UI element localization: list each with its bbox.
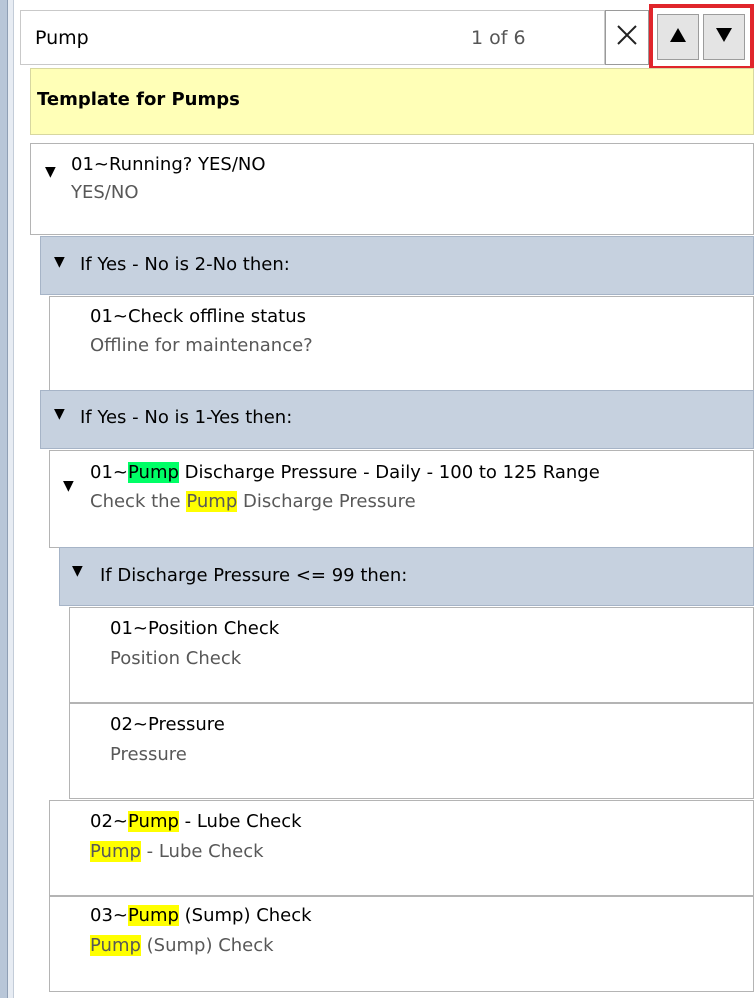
window-frame-left: [0, 0, 8, 998]
collapse-arrow-icon[interactable]: ▼: [72, 563, 83, 579]
condition-label: If Discharge Pressure <= 99 then:: [100, 565, 408, 586]
condition-node-no[interactable]: ▼ If Yes - No is 2-No then:: [40, 236, 754, 295]
collapse-arrow-icon[interactable]: ▼: [45, 164, 56, 180]
collapse-arrow-icon[interactable]: ▼: [54, 406, 65, 422]
node-subtitle: YES/NO: [71, 182, 139, 203]
node-subtitle: Pressure: [110, 744, 187, 765]
node-title: 01~Position Check: [110, 618, 280, 639]
tree-node-discharge-pressure[interactable]: ▼ 01~Pump Discharge Pressure - Daily - 1…: [49, 450, 754, 548]
template-title: Template for Pumps: [37, 89, 240, 110]
tree-node-pressure[interactable]: 02~Pressure Pressure: [69, 703, 754, 799]
search-match: Pump: [186, 491, 238, 512]
collapse-arrow-icon[interactable]: ▼: [63, 478, 74, 494]
search-match: Pump: [90, 841, 141, 862]
node-title: 01~Pump Discharge Pressure - Daily - 100…: [90, 462, 600, 483]
tree-node-sump-check[interactable]: 03~Pump (Sump) Check Pump (Sump) Check: [49, 896, 754, 992]
triangle-down-icon: [715, 27, 733, 48]
next-match-button[interactable]: [703, 14, 745, 60]
condition-label: If Yes - No is 1-Yes then:: [80, 407, 293, 428]
node-title: 01~Check offline status: [90, 306, 307, 327]
search-match: Pump: [90, 935, 141, 956]
template-header: Template for Pumps: [30, 68, 754, 135]
search-input[interactable]: Pump: [35, 27, 89, 49]
splitter-handle[interactable]: [8, 0, 14, 998]
tree-node-offline[interactable]: 01~Check offline status Offline for main…: [49, 296, 754, 394]
node-subtitle: Pump - Lube Check: [90, 841, 264, 862]
node-subtitle: Position Check: [110, 648, 242, 669]
node-title: 02~Pump - Lube Check: [90, 811, 302, 832]
triangle-up-icon: [669, 27, 687, 48]
match-counter: 1 of 6: [471, 27, 526, 49]
previous-match-button[interactable]: [657, 14, 699, 60]
collapse-arrow-icon[interactable]: ▼: [54, 254, 65, 270]
condition-label: If Yes - No is 2-No then:: [80, 254, 290, 275]
node-subtitle: Pump (Sump) Check: [90, 935, 274, 956]
tree-node-lube-check[interactable]: 02~Pump - Lube Check Pump - Lube Check: [49, 800, 754, 896]
search-box[interactable]: Pump 1 of 6: [20, 10, 605, 65]
node-title: 02~Pressure: [110, 714, 225, 735]
clear-search-button[interactable]: [605, 10, 649, 65]
search-match: Pump: [128, 811, 179, 832]
tree-node-running[interactable]: ▼ 01~Running? YES/NO YES/NO: [30, 143, 754, 235]
condition-node-yes[interactable]: ▼ If Yes - No is 1-Yes then:: [40, 390, 754, 449]
node-subtitle: Offline for maintenance?: [90, 335, 313, 356]
node-title: 03~Pump (Sump) Check: [90, 905, 312, 926]
tree-node-position-check[interactable]: 01~Position Check Position Check: [69, 607, 754, 703]
match-navigation: [649, 4, 754, 70]
node-title: 01~Running? YES/NO: [71, 154, 266, 175]
condition-node-pressure[interactable]: ▼ If Discharge Pressure <= 99 then:: [59, 547, 754, 606]
node-subtitle: Check the Pump Discharge Pressure: [90, 491, 416, 512]
current-search-match: Pump: [128, 462, 179, 483]
close-icon: [616, 24, 638, 51]
search-match: Pump: [128, 905, 179, 926]
